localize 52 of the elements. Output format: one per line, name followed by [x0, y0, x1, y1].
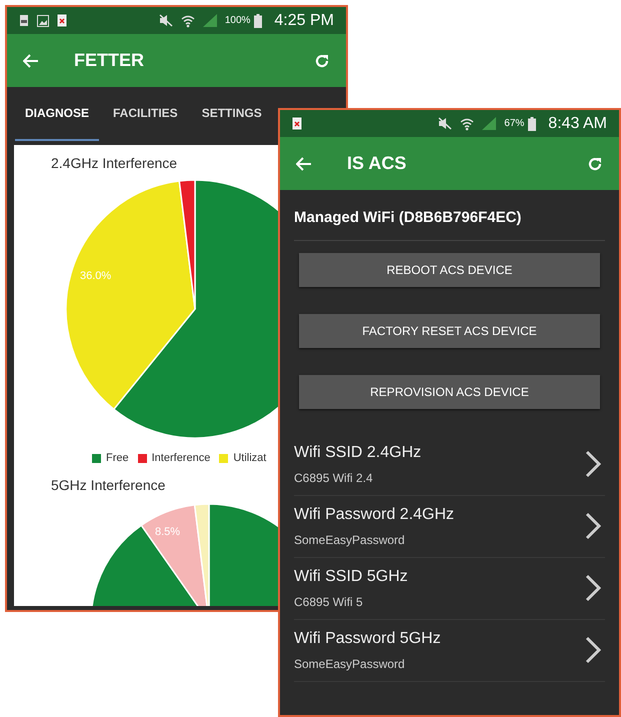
setting-value: C6895 Wifi 5: [294, 594, 364, 611]
chevron-right-icon: [585, 450, 601, 478]
setting-value: C6895 Wifi 2.4: [294, 470, 374, 487]
tab[interactable]: FACILITIES: [103, 87, 188, 141]
tab[interactable]: DIAGNOSE: [15, 87, 100, 141]
battery-saver-icon: [19, 14, 29, 27]
legend-label: Utilizat: [233, 451, 266, 466]
app-title: IS ACS: [347, 152, 406, 175]
action-button[interactable]: REPROVISION ACS DEVICE: [299, 374, 600, 408]
app-title: FETTER: [74, 49, 144, 72]
setting-row[interactable]: Wifi SSID 5GHz C6895 Wifi 5: [294, 558, 605, 620]
wifi-icon: [180, 14, 195, 28]
slice-label: 8.5%: [155, 524, 180, 540]
mute-icon: [438, 117, 452, 130]
legend-label: Free: [106, 451, 129, 466]
setting-row[interactable]: Wifi Password 5GHz SomeEasyPassword: [294, 620, 605, 682]
chart-title: 2.4GHz Interference: [51, 154, 178, 173]
chevron-right-icon: [585, 636, 601, 664]
chevron-right-icon: [585, 574, 601, 602]
battery-percent: 100%: [224, 14, 250, 28]
setting-title: Wifi SSID 2.4GHz: [294, 443, 422, 463]
setting-title: Wifi Password 2.4GHz: [294, 505, 456, 525]
legend-label: Interference: [152, 451, 210, 466]
chevron-right-icon: [585, 512, 601, 540]
back-icon[interactable]: [296, 156, 312, 170]
setting-row[interactable]: Wifi SSID 2.4GHz C6895 Wifi 2.4: [294, 434, 605, 496]
battery-percent: 67%: [504, 117, 524, 131]
signal-icon: [482, 117, 496, 130]
file-error-icon: [57, 14, 67, 27]
device-heading: Managed WiFi (D8B6B796F4EC): [294, 207, 605, 240]
file-error-icon: [292, 117, 302, 130]
battery-icon: [254, 14, 262, 28]
refresh-icon[interactable]: [314, 52, 330, 68]
chart-title: 5GHz Interference: [51, 476, 166, 494]
status-time: 4:25 PM: [274, 10, 334, 30]
wifi-icon: [460, 116, 474, 130]
setting-value: SomeEasyPassword: [294, 656, 406, 673]
status-time: 8:43 AM: [548, 114, 607, 134]
tab[interactable]: SETTINGS: [192, 87, 272, 141]
action-button[interactable]: REBOOT ACS DEVICE: [299, 252, 600, 286]
back-icon[interactable]: [23, 54, 39, 68]
slice-label: 36.0%: [80, 269, 112, 284]
setting-value: SomeEasyPassword: [294, 532, 406, 549]
signal-icon: [202, 14, 217, 27]
refresh-icon[interactable]: [587, 156, 603, 172]
action-button[interactable]: FACTORY RESET ACS DEVICE: [299, 314, 600, 348]
setting-row[interactable]: Wifi Password 2.4GHz SomeEasyPassword: [294, 496, 605, 558]
mute-icon: [158, 14, 173, 27]
setting-title: Wifi SSID 5GHz: [294, 567, 409, 587]
battery-icon: [528, 116, 536, 130]
image-icon: [37, 14, 49, 26]
setting-title: Wifi Password 5GHz: [294, 629, 442, 649]
